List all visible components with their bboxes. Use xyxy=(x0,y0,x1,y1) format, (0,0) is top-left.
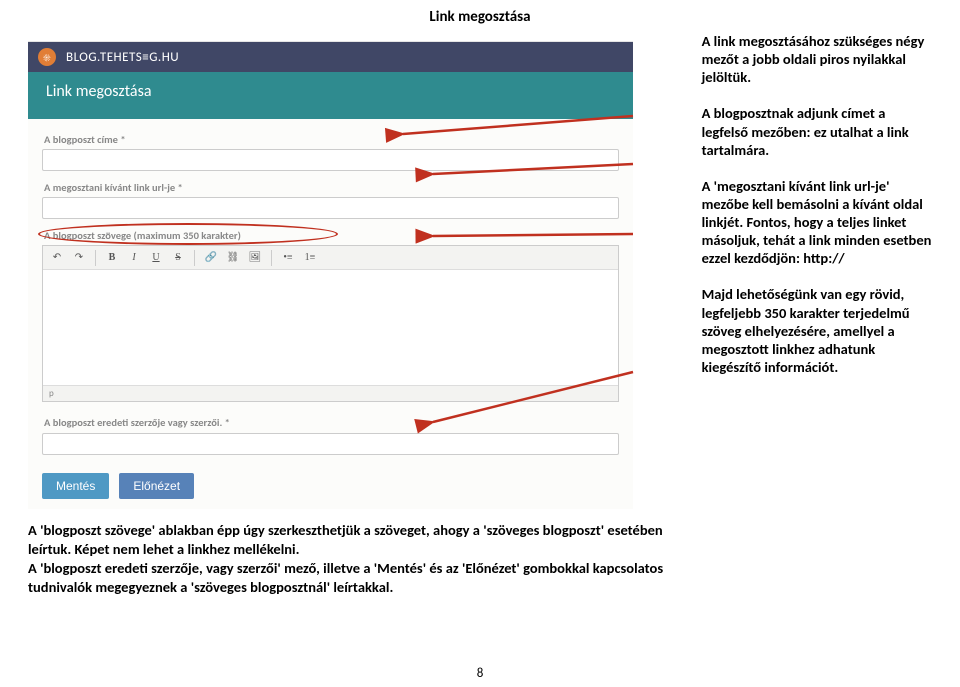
label-title: A blogposzt címe * xyxy=(44,133,617,146)
separator xyxy=(271,250,272,266)
sun-icon: ☀ xyxy=(38,48,56,66)
save-button[interactable]: Mentés xyxy=(42,473,109,499)
instruction-4: Majd lehetőségünk van egy rövid, legfelj… xyxy=(702,285,932,376)
left-column: ☀ BLOG.TEHETS≡G.HU Link megosztása A blo… xyxy=(28,32,684,596)
instruction-3: A 'megosztani kívánt link url-je' mezőbe… xyxy=(702,177,932,268)
site-header: ☀ BLOG.TEHETS≡G.HU xyxy=(28,42,633,72)
page-number: 8 xyxy=(477,666,484,681)
instruction-2: A blogposztnak adjunk címet a legfelső m… xyxy=(702,104,932,158)
unlink-icon[interactable]: ⛓ xyxy=(223,249,243,267)
separator xyxy=(194,250,195,266)
preview-button[interactable]: Előnézet xyxy=(119,473,194,499)
bold-button[interactable]: B xyxy=(102,249,122,267)
input-author[interactable] xyxy=(42,433,619,455)
image-icon[interactable]: 🖼 xyxy=(245,249,265,267)
underline-button[interactable]: U xyxy=(146,249,166,267)
label-url: A megosztani kívánt link url-je * xyxy=(44,181,617,194)
label-author: A blogposzt eredeti szerzője vagy szerző… xyxy=(44,416,617,429)
link-icon[interactable]: 🔗 xyxy=(201,249,221,267)
rich-text-editor: ↶ ↷ B I U S 🔗 ⛓ 🖼 •≡ 1≡ xyxy=(42,245,619,402)
editor-textarea[interactable] xyxy=(43,270,618,385)
redo-icon[interactable]: ↷ xyxy=(69,249,89,267)
list-ol-icon[interactable]: 1≡ xyxy=(300,249,320,267)
input-title[interactable] xyxy=(42,149,619,171)
label-body: A blogposzt szövege (maximum 350 karakte… xyxy=(44,229,617,242)
separator xyxy=(95,250,96,266)
embedded-screenshot: ☀ BLOG.TEHETS≡G.HU Link megosztása A blo… xyxy=(28,32,633,509)
instruction-1: A link megosztásához szükséges négy mező… xyxy=(702,32,932,86)
list-ul-icon[interactable]: •≡ xyxy=(278,249,298,267)
editor-toolbar: ↶ ↷ B I U S 🔗 ⛓ 🖼 •≡ 1≡ xyxy=(43,246,618,270)
input-url[interactable] xyxy=(42,197,619,219)
panel-title: Link megosztása xyxy=(28,72,633,119)
strike-button[interactable]: S xyxy=(168,249,188,267)
editor-path: p xyxy=(43,385,618,401)
site-brand: BLOG.TEHETS≡G.HU xyxy=(66,50,179,65)
undo-icon[interactable]: ↶ xyxy=(47,249,67,267)
italic-button[interactable]: I xyxy=(124,249,144,267)
bottom-caption: A 'blogposzt szövege' ablakban épp úgy s… xyxy=(28,521,668,596)
right-column: A link megosztásához szükséges négy mező… xyxy=(684,32,932,596)
page-title: Link megosztása xyxy=(0,0,960,32)
